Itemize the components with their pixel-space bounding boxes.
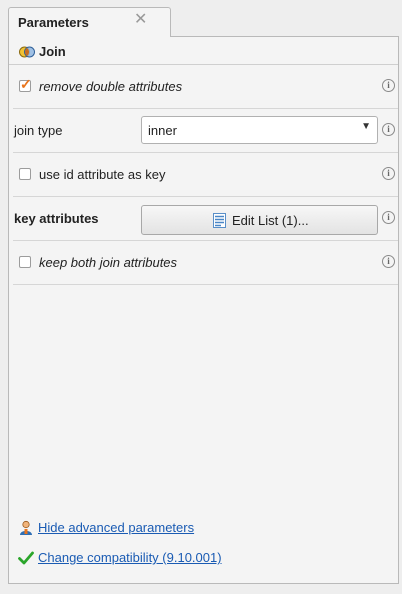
info-icon[interactable]: i <box>382 255 395 268</box>
hide-advanced-parameters-link-row[interactable]: Hide advanced parameters <box>18 519 318 537</box>
edit-list-button[interactable]: Edit List (1)... <box>141 205 378 235</box>
check-mark-icon: ✓ <box>20 76 32 92</box>
param-label: key attributes <box>14 211 99 226</box>
hide-advanced-parameters-link[interactable]: Hide advanced parameters <box>38 520 194 535</box>
param-label: use id attribute as key <box>39 167 166 182</box>
list-icon <box>213 213 226 228</box>
param-label: join type <box>14 123 63 138</box>
change-compatibility-link[interactable]: Change compatibility (9.10.001) <box>38 550 222 565</box>
info-icon[interactable]: i <box>382 211 395 224</box>
parameters-tab[interactable]: Parameters ✕ <box>8 7 171 37</box>
edit-list-label: Edit List (1)... <box>232 213 309 228</box>
keep-both-join-attributes-checkbox[interactable] <box>19 256 31 268</box>
join-type-select[interactable]: inner ▼ <box>141 116 378 144</box>
info-icon[interactable]: i <box>382 123 395 136</box>
change-compatibility-link-row[interactable]: Change compatibility (9.10.001) <box>18 549 318 567</box>
param-row-keep-both-join-attributes: keep both join attributes i <box>13 241 398 285</box>
tab-title: Parameters <box>18 15 89 30</box>
close-icon[interactable]: ✕ <box>134 12 147 28</box>
param-row-remove-double-attributes: ✓ remove double attributes i <box>13 65 398 109</box>
param-row-key-attributes: key attributes Edit List (1)... i <box>13 197 398 241</box>
select-value: inner <box>148 123 177 138</box>
operator-header: Join <box>9 37 398 65</box>
info-icon[interactable]: i <box>382 79 395 92</box>
param-row-use-id-attribute: use id attribute as key i <box>13 153 398 197</box>
parameters-panel: Join ✓ remove double attributes i join t… <box>8 36 399 584</box>
param-label: keep both join attributes <box>39 255 178 270</box>
param-row-join-type: join type inner ▼ i <box>13 109 398 153</box>
checkmark-icon <box>18 551 34 565</box>
info-icon[interactable]: i <box>382 167 395 180</box>
use-id-attribute-checkbox[interactable] <box>19 168 31 180</box>
dropdown-arrow-icon: ▼ <box>361 121 371 132</box>
user-settings-icon <box>20 520 32 535</box>
join-icon <box>19 46 35 58</box>
remove-double-attributes-checkbox[interactable]: ✓ <box>19 76 32 92</box>
operator-title: Join <box>39 44 66 59</box>
param-label: remove double attributes <box>39 79 183 94</box>
